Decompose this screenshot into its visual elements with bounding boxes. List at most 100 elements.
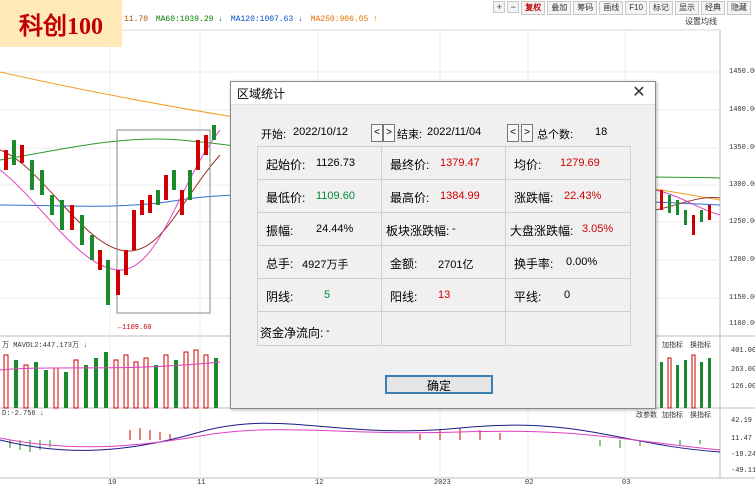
stat-cell: 大盘涨跌幅: 3.05% xyxy=(505,212,631,247)
volume-value: 4927万手 xyxy=(302,259,349,271)
price-axis-label: 1200.00 xyxy=(729,256,755,264)
start-label: 开始: xyxy=(261,129,287,141)
ma-settings-link[interactable]: 设置均线 xyxy=(685,16,717,27)
net-flow-label: 资金净流向: xyxy=(260,326,324,340)
sector-change-value: - xyxy=(452,223,456,235)
price-axis-label: 1150.00 xyxy=(729,294,755,302)
volume-axis-label: 401.00 xyxy=(731,347,755,355)
stat-cell: 阳线: 13 xyxy=(381,278,507,313)
switch-indicator-button[interactable]: 换指标 xyxy=(690,410,711,420)
draw-button[interactable]: 画线 xyxy=(599,1,624,15)
adjust-button[interactable]: 复权 xyxy=(521,1,546,15)
market-change-value: 3.05% xyxy=(582,223,614,235)
stat-cell: 板块涨跌幅: - xyxy=(381,212,507,247)
f10-button[interactable]: F10 xyxy=(625,1,647,15)
edit-params-button[interactable]: 改参数 xyxy=(636,410,657,420)
dialog-title: 区域统计 xyxy=(237,86,286,101)
date-axis-label: 12 xyxy=(315,479,324,487)
low-price-label: 最低价: xyxy=(266,191,306,205)
zoom-out-button[interactable]: − xyxy=(507,1,520,13)
close-price-label: 最终价: xyxy=(390,158,430,172)
flat-candles-label: 平线: xyxy=(514,290,542,304)
high-price-value: 1384.99 xyxy=(440,190,480,202)
volume-axis-label: 126.00 xyxy=(731,383,755,391)
macd-axis-label: -49.11 xyxy=(731,467,755,475)
add-indicator-button[interactable]: 加指标 xyxy=(662,340,683,350)
end-next-button[interactable]: > xyxy=(521,124,533,142)
display-button[interactable]: 显示 xyxy=(675,1,699,15)
date-axis-label: 2023 xyxy=(434,479,451,487)
macd-axis-label: -19.24 xyxy=(731,451,755,459)
close-price-value: 1379.47 xyxy=(440,157,480,169)
chips-button[interactable]: 筹码 xyxy=(573,1,598,15)
stat-cell: 资金净流向: - xyxy=(257,311,383,346)
price-axis-label: 1400.00 xyxy=(729,106,755,114)
end-prev-button[interactable]: < xyxy=(507,124,519,142)
count-label: 总个数: xyxy=(537,129,574,141)
volume-legend: 万 MAVOL2:447.173万 ↓ xyxy=(2,342,88,350)
flat-candles-value: 0 xyxy=(564,289,571,301)
start-next-button[interactable]: > xyxy=(383,124,395,142)
price-axis-label: 1300.00 xyxy=(729,181,755,189)
stat-cell: 平线: 0 xyxy=(505,278,631,313)
classic-button[interactable]: 经典 xyxy=(701,1,725,15)
switch-indicator-button[interactable]: 换指标 xyxy=(690,340,711,350)
price-axis-label: 1100.00 xyxy=(729,320,755,328)
change-label: 涨跌幅: xyxy=(514,191,554,205)
date-axis-label: 11 xyxy=(197,479,206,487)
date-axis-label: 03 xyxy=(622,479,631,487)
ma-legend: 11.70 MA60:1039.29 ↓ MA120:1007.63 ↓ MA2… xyxy=(124,15,381,24)
avg-price-value: 1279.69 xyxy=(560,157,600,169)
ok-button[interactable]: 确定 xyxy=(385,375,493,394)
close-icon[interactable]: ✕ xyxy=(629,83,649,103)
price-axis-label: 1350.00 xyxy=(729,144,755,152)
date-axis-label: 02 xyxy=(525,479,534,487)
date-axis-label: 10 xyxy=(108,479,117,487)
volume-axis-label: 263.00 xyxy=(731,366,755,374)
end-date: 2022/11/04 xyxy=(427,126,482,138)
stat-cell xyxy=(505,311,631,346)
count-value: 18 xyxy=(595,126,608,138)
amount-label: 金额: xyxy=(390,257,418,271)
stat-cell: 金额: 2701亿 xyxy=(381,245,507,280)
macd-axis-label: 42.19 xyxy=(731,417,753,425)
stat-cell: 最终价: 1379.47 xyxy=(381,146,507,181)
price-axis-label: 1250.00 xyxy=(729,218,755,226)
low-price-value: 1109.60 xyxy=(316,190,355,202)
zoom-in-button[interactable]: + xyxy=(493,1,506,13)
amount-value: 2701亿 xyxy=(438,259,474,271)
add-indicator-button[interactable]: 加指标 xyxy=(662,410,683,420)
hide-button[interactable]: 隐藏 xyxy=(727,1,751,15)
turnover-label: 换手率: xyxy=(514,257,554,271)
stat-cell: 振幅: 24.44% xyxy=(257,212,383,247)
open-price-value: 1126.73 xyxy=(316,157,355,169)
negative-candles-label: 阴线: xyxy=(266,290,294,304)
net-flow-value: - xyxy=(326,325,330,337)
date-range-row: 开始: 2022/10/12 < > 结束: 2022/11/04 < > 总个… xyxy=(261,124,641,142)
mark-button[interactable]: 标记 xyxy=(649,1,673,15)
overlay-button[interactable]: 叠加 xyxy=(547,1,572,15)
change-value: 22.43% xyxy=(564,190,602,202)
amplitude-label: 振幅: xyxy=(266,224,294,238)
stat-cell: 阴线: 5 xyxy=(257,278,383,313)
stat-cell: 起始价: 1126.73 xyxy=(257,146,383,181)
volume-label: 总手: xyxy=(266,257,294,271)
stat-cell: 最高价: 1384.99 xyxy=(381,179,507,214)
index-logo: 科创100 xyxy=(0,0,122,47)
macd-legend: D:-2.756 ↓ xyxy=(2,410,45,418)
stat-cell: 最低价: 1109.60 xyxy=(257,179,383,214)
open-price-label: 起始价: xyxy=(266,158,306,172)
stat-cell: 涨跌幅: 22.43% xyxy=(505,179,631,214)
high-price-label: 最高价: xyxy=(390,191,430,205)
positive-candles-value: 13 xyxy=(438,289,451,301)
low-price-marker: ←1109.60 xyxy=(118,324,152,332)
avg-price-label: 均价: xyxy=(514,158,542,172)
dialog-titlebar[interactable]: 区域统计 ✕ xyxy=(231,82,655,105)
start-prev-button[interactable]: < xyxy=(371,124,383,142)
stat-cell: 换手率: 0.00% xyxy=(505,245,631,280)
sector-change-label: 板块涨跌幅: xyxy=(386,224,450,238)
start-date: 2022/10/12 xyxy=(293,126,349,138)
stat-cell: 均价: 1279.69 xyxy=(505,146,631,181)
end-label: 结束: xyxy=(397,129,423,141)
ma-legend-item: MA60:1039.29 ↓ xyxy=(155,15,224,24)
